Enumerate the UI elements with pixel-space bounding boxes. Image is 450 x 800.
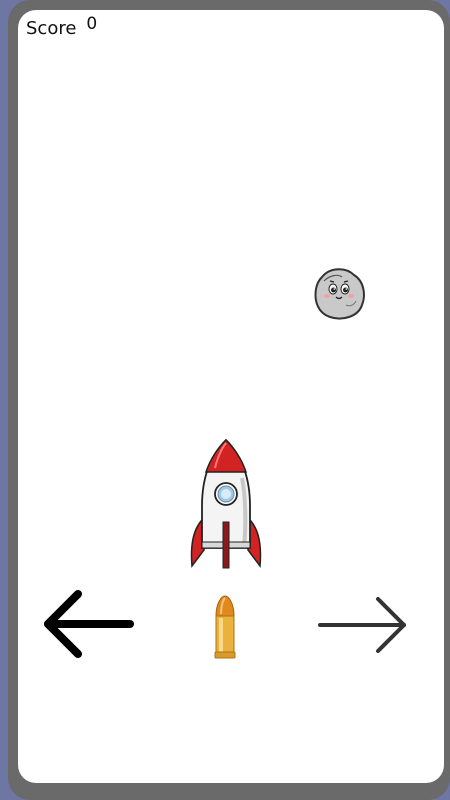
- arrow-right-icon[interactable]: [316, 595, 412, 655]
- asteroid-icon: [314, 268, 365, 320]
- fire-bullet-button[interactable]: [212, 594, 238, 660]
- rocket-icon: [190, 438, 262, 569]
- arrow-left-icon[interactable]: [40, 588, 136, 660]
- device-frame: Score 0: [0, 0, 450, 800]
- game-screen[interactable]: Score 0: [18, 10, 444, 783]
- score-value: 0: [86, 14, 98, 34]
- score-display: Score 0: [26, 14, 97, 39]
- score-label: Score: [26, 18, 77, 39]
